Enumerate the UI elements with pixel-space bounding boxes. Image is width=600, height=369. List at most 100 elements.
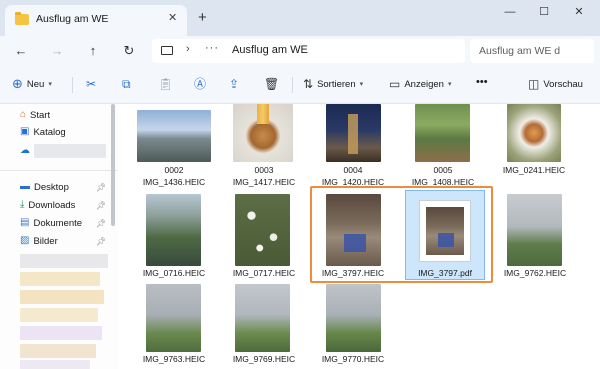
thumbnail-meadow[interactable]	[507, 194, 562, 266]
more-options-button[interactable]: •••	[476, 76, 488, 88]
thumbnail-flowers[interactable]	[235, 194, 290, 266]
delete-button[interactable]: 🗑︎	[264, 78, 279, 90]
sidebar-item-start[interactable]: ⌂ Start	[20, 109, 50, 121]
divider	[72, 77, 73, 93]
redacted-folder[interactable]	[20, 272, 100, 286]
minimize-button[interactable]: —	[499, 5, 521, 19]
thumbnail-field[interactable]	[235, 284, 290, 352]
preview-button[interactable]: ◫ Vorschau	[528, 78, 583, 90]
file-label[interactable]: IMG_1417.HEIC	[218, 177, 310, 187]
thumbnail-field[interactable]	[326, 284, 381, 352]
back-button[interactable]: ←	[12, 42, 30, 60]
address-bar[interactable]: › ··· Ausflug am WE	[152, 39, 465, 63]
redacted-label	[34, 144, 106, 158]
view-icon: ▭	[389, 77, 401, 91]
redacted-folder[interactable]	[20, 326, 102, 340]
thumbnail-trees[interactable]	[415, 104, 470, 162]
copy-icon: ⧉	[122, 77, 131, 91]
scissors-icon: ✂	[86, 77, 97, 91]
chevron-down-icon: ▾	[447, 81, 452, 88]
refresh-button[interactable]: ↻	[120, 42, 138, 60]
share-icon: ⇪	[229, 77, 240, 91]
sort-icon: ⇅	[303, 77, 314, 91]
close-tab-button[interactable]: ✕	[168, 11, 177, 24]
sort-label: Sortieren	[317, 78, 356, 90]
breadcrumb[interactable]: Ausflug am WE	[232, 44, 308, 56]
thumbnail-food[interactable]	[233, 104, 293, 162]
file-label[interactable]: IMG_0717.HEIC	[218, 268, 310, 278]
view-label: Anzeigen	[404, 78, 444, 90]
share-button[interactable]: ⇪	[229, 78, 239, 90]
fries-shape	[257, 104, 269, 124]
rename-button[interactable]: Ⓐ	[194, 78, 206, 90]
preview-pane-icon: ◫	[528, 77, 540, 91]
redacted-folder[interactable]	[20, 360, 90, 369]
file-label[interactable]: IMG_3797.pdf	[399, 268, 491, 278]
file-label[interactable]: IMG_9762.HEIC	[494, 268, 576, 278]
folder-icon	[15, 12, 29, 25]
thumbnail-breakfast[interactable]	[507, 104, 561, 162]
maximize-button[interactable]: ☐	[533, 5, 555, 19]
chevron-down-icon: ▾	[48, 81, 52, 88]
search-input[interactable]: Ausflug am WE d	[470, 39, 594, 63]
pin-icon[interactable]: 📌︎	[96, 237, 106, 246]
redacted-folder[interactable]	[20, 308, 98, 322]
copy-button[interactable]: ⧉	[122, 78, 131, 90]
sidebar-item-onedrive[interactable]: ☁	[20, 144, 106, 158]
thumbnail-city[interactable]	[137, 110, 211, 162]
view-button[interactable]: ▭ Anzeigen ▾	[389, 78, 451, 90]
divider	[292, 77, 293, 93]
redacted-folder[interactable]	[20, 254, 108, 268]
sort-button[interactable]: ⇅ Sortieren ▾	[303, 78, 363, 90]
sidebar-item-dokumente[interactable]: ▤ Dokumente	[20, 217, 82, 229]
figure-shape	[438, 233, 454, 247]
cut-button[interactable]: ✂	[86, 78, 96, 90]
pin-icon[interactable]: 📌︎	[96, 219, 106, 228]
sidebar-item-katalog[interactable]: ▣ Katalog	[20, 126, 66, 138]
gallery-icon: ▣	[20, 126, 30, 137]
redacted-folder[interactable]	[20, 290, 104, 304]
file-label[interactable]: IMG_9769.HEIC	[218, 354, 310, 364]
document-icon: ▤	[20, 217, 30, 228]
file-label[interactable]: IMG_0716.HEIC	[128, 268, 220, 278]
thumbnail-pdf-page[interactable]	[419, 200, 471, 262]
paste-button[interactable]: 📋︎	[158, 78, 173, 90]
file-label-line1: 0002	[164, 165, 184, 175]
file-label[interactable]: IMG_0241.HEIC	[494, 165, 574, 175]
thumbnail-night-tower[interactable]	[326, 104, 381, 162]
desktop-icon: ▬	[20, 181, 30, 192]
tab-ausflug[interactable]: Ausflug am WE ✕	[5, 5, 187, 36]
sidebar-scrollbar[interactable]	[111, 104, 115, 226]
sidebar-item-bilder[interactable]: ▨ Bilder	[20, 235, 58, 247]
thumbnail-street-scene[interactable]	[326, 194, 381, 266]
chevron-right-icon[interactable]: ›	[186, 43, 190, 55]
forward-button[interactable]: →	[48, 42, 66, 60]
sidebar-item-desktop[interactable]: ▬ Desktop	[20, 181, 69, 193]
pin-icon[interactable]: 📌︎	[96, 183, 106, 192]
file-label[interactable]: IMG_1436.HEIC	[128, 177, 220, 187]
new-button[interactable]: ⊕ Neu ▾	[12, 76, 52, 91]
file-label-line1: 0004	[343, 165, 363, 175]
trash-icon: 🗑︎	[264, 77, 280, 91]
close-window-button[interactable]: ✕	[568, 5, 590, 19]
navigation-bar: ← → ↑ ↻ › ··· Ausflug am WE Ausflug am W…	[0, 36, 600, 66]
redacted-folder[interactable]	[20, 344, 96, 358]
plus-circle-icon: ⊕	[12, 76, 23, 91]
file-label[interactable]: IMG_9770.HEIC	[307, 354, 399, 364]
tower-shape	[348, 114, 358, 154]
pictures-icon: ▨	[20, 235, 30, 246]
thumbnail-park-pond[interactable]	[146, 194, 201, 266]
file-label-line1: 0005	[433, 165, 453, 175]
thumbnail-field[interactable]	[146, 284, 201, 352]
up-button[interactable]: ↑	[84, 42, 102, 60]
sidebar: ⌂ Start ▣ Katalog ☁ ▬ Desktop 📌︎ ⤓ Downl…	[0, 104, 118, 369]
new-label: Neu	[26, 78, 45, 90]
more-path-button[interactable]: ···	[205, 42, 219, 54]
sidebar-item-label: Downloads	[28, 199, 76, 211]
sidebar-item-label: Dokumente	[33, 217, 83, 229]
sidebar-item-downloads[interactable]: ⤓ Downloads	[20, 199, 75, 211]
new-tab-button[interactable]: +	[198, 10, 207, 25]
file-label[interactable]: IMG_9763.HEIC	[128, 354, 220, 364]
pin-icon[interactable]: 📌︎	[96, 201, 106, 210]
file-label[interactable]: IMG_3797.HEIC	[307, 268, 399, 278]
